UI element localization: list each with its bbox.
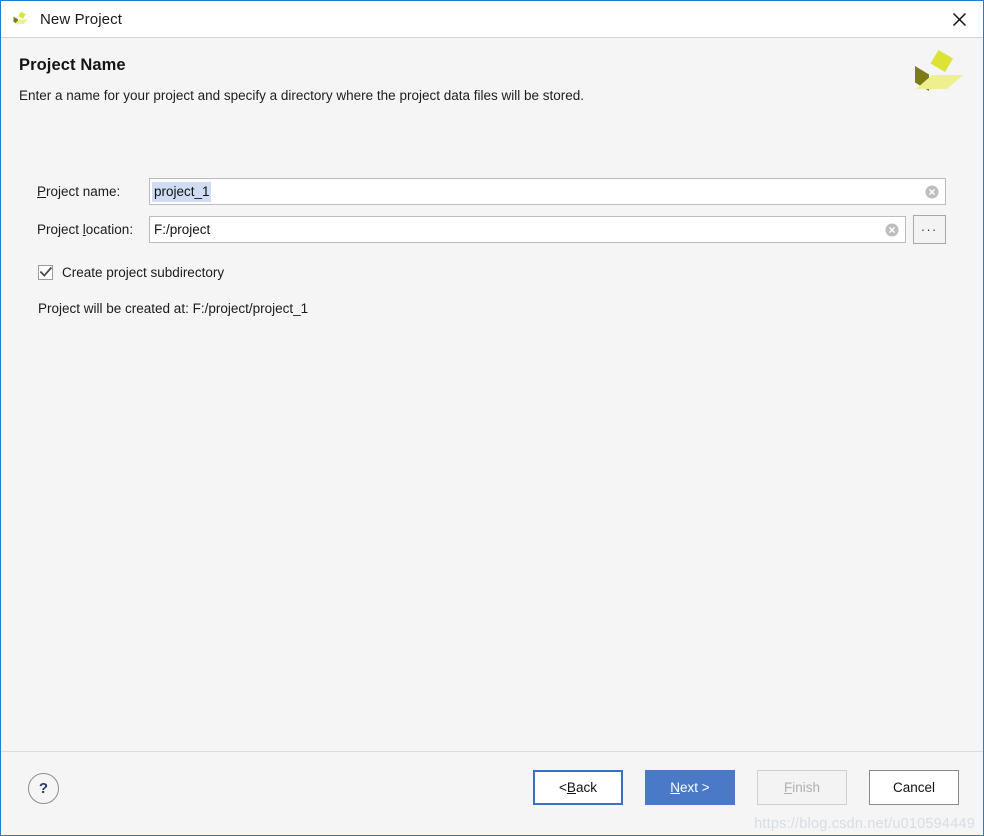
project-location-label: Project location: (37, 222, 149, 237)
back-button-mnemonic: B (566, 780, 576, 795)
back-button-prefix: < (559, 780, 567, 795)
form-area: Project name: project_1 Project location… (1, 142, 983, 316)
titlebar: New Project (1, 1, 983, 38)
project-name-label-text: roject name: (46, 184, 121, 199)
finish-button: Finish (757, 770, 847, 805)
next-button[interactable]: Next > (645, 770, 735, 805)
page-title: Project Name (19, 56, 126, 74)
created-at-text: Project will be created at: F:/project/p… (38, 301, 309, 316)
dialog-button-group: < Back Next > Finish Cancel (511, 770, 959, 805)
next-button-mnemonic: N (670, 780, 681, 795)
next-button-label: ext > (680, 780, 710, 795)
project-name-value: project_1 (152, 181, 211, 202)
help-button[interactable]: ? (28, 773, 59, 804)
footer-bar: ? < Back Next > Finish Cancel https://bl… (1, 751, 983, 835)
header-band: Project Name Enter a name for your proje… (1, 38, 983, 142)
checkmark-icon (39, 267, 52, 277)
create-subdirectory-checkbox[interactable] (38, 265, 53, 280)
create-subdirectory-row: Create project subdirectory (1, 265, 983, 280)
back-button-label: ack (575, 780, 597, 795)
finish-button-mnemonic: F (783, 780, 793, 795)
vivado-logo-icon (915, 50, 963, 91)
cancel-button-label: Cancel (892, 780, 936, 795)
finish-button-label: inish (792, 780, 820, 795)
cancel-button[interactable]: Cancel (869, 770, 959, 805)
project-name-label-mnemonic: P (37, 184, 47, 199)
project-location-value: F:/project (154, 221, 211, 237)
back-button[interactable]: < Back (533, 770, 623, 805)
window-title: New Project (40, 10, 122, 28)
clear-circle-icon[interactable] (885, 223, 899, 237)
clear-circle-icon[interactable] (925, 185, 939, 199)
project-location-label-prefix: Project (37, 222, 83, 237)
browse-button[interactable]: ... (913, 215, 946, 244)
close-button[interactable] (936, 1, 983, 37)
create-subdirectory-label[interactable]: Create project subdirectory (62, 265, 224, 280)
ellipsis-icon: ... (921, 218, 938, 234)
page-subtitle: Enter a name for your project and specif… (19, 88, 585, 103)
project-name-row: Project name: project_1 (1, 178, 983, 205)
project-name-label: Project name: (37, 184, 149, 199)
watermark-text: https://blog.csdn.net/u010594449 (754, 816, 975, 832)
project-location-row: Project location: F:/project ... (1, 215, 983, 244)
question-mark-icon: ? (38, 780, 49, 797)
close-icon (952, 12, 967, 26)
project-name-input[interactable]: project_1 (149, 178, 946, 205)
project-location-input[interactable]: F:/project (149, 216, 906, 243)
new-project-dialog: New Project Project Name Enter a name fo… (0, 0, 984, 836)
vivado-logo-icon (13, 11, 29, 25)
project-location-label-text: ocation: (85, 222, 134, 237)
